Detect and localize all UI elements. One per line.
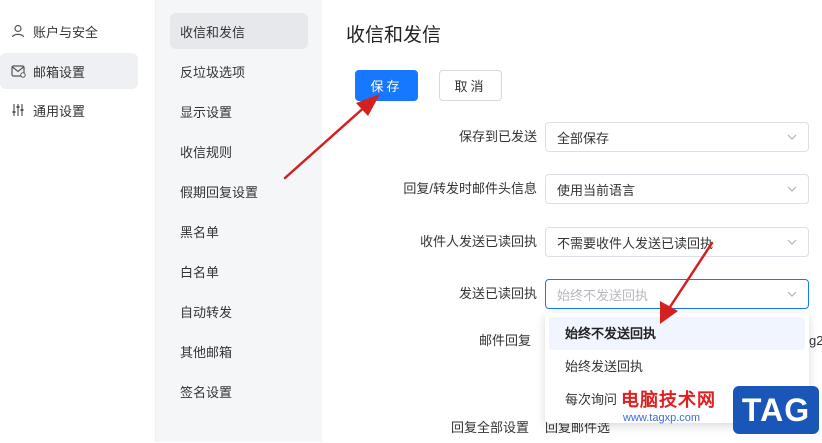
- sidebar-item-account-security[interactable]: 账户与安全: [0, 13, 138, 49]
- subnav-item-other-mailboxes[interactable]: 其他邮箱: [170, 333, 308, 369]
- subnav-item-label: 收信和发信: [180, 24, 246, 40]
- select-value: 不需要收件人发送已读回执: [557, 235, 714, 251]
- option-ask-each-time[interactable]: 每次询问: [549, 383, 805, 416]
- reply-forward-header-label: 回复/转发时邮件头信息: [403, 181, 537, 196]
- chevron-down-icon: [787, 239, 797, 245]
- subnav-item-label: 黑名单: [180, 224, 220, 240]
- subnav-item-whitelist[interactable]: 白名单: [170, 253, 308, 289]
- option-never-send-receipt[interactable]: 始终不发送回执: [549, 317, 805, 350]
- subnav-item-auto-forward[interactable]: 自动转发: [170, 293, 308, 329]
- select-value: 使用当前语言: [557, 182, 636, 198]
- cancel-button[interactable]: 取消: [439, 70, 502, 101]
- subnav-item-label: 显示设置: [180, 104, 233, 120]
- sidebar-item-label: 账户与安全: [33, 24, 99, 40]
- save-to-sent-label: 保存到已发送: [458, 129, 537, 144]
- subnav-item-signature[interactable]: 签名设置: [170, 373, 308, 409]
- subnav-item-display[interactable]: 显示设置: [170, 93, 308, 129]
- reply-all-label: 回复全部设置: [451, 420, 530, 435]
- recipient-read-receipt-label: 收件人发送已读回执: [419, 234, 537, 249]
- send-read-receipt-label: 发送已读回执: [458, 286, 537, 301]
- chevron-down-icon: [787, 186, 797, 192]
- subnav-item-vacation-reply[interactable]: 假期回复设置: [170, 173, 308, 209]
- send-read-receipt-select[interactable]: 始终不发送回执: [545, 279, 809, 309]
- page-title: 收信和发信: [346, 25, 442, 46]
- sidebar-item-mailbox-settings[interactable]: 邮箱设置: [0, 53, 138, 89]
- mail-reply-label: 邮件回复: [479, 333, 532, 348]
- subnav-item-label: 收信规则: [180, 144, 233, 160]
- reply-forward-header-select[interactable]: 使用当前语言: [545, 174, 809, 204]
- recipient-read-receipt-select[interactable]: 不需要收件人发送已读回执: [545, 227, 809, 257]
- sidebar-item-label: 邮箱设置: [33, 64, 86, 80]
- send-read-receipt-dropdown: 始终不发送回执 始终发送回执 每次询问: [545, 313, 809, 423]
- chevron-down-icon: [787, 291, 797, 297]
- save-button[interactable]: 保存: [355, 70, 418, 101]
- save-to-sent-select[interactable]: 全部保存: [545, 122, 809, 152]
- subnav-item-blacklist[interactable]: 黑名单: [170, 213, 308, 249]
- subnav-item-receive-rules[interactable]: 收信规则: [170, 133, 308, 169]
- sidebar-item-general-settings[interactable]: 通用设置: [0, 92, 138, 128]
- select-value: 全部保存: [557, 130, 610, 146]
- primary-sidebar: 账户与安全 邮箱设置 通用设置: [0, 0, 156, 442]
- subnav-item-label: 自动转发: [180, 304, 233, 320]
- user-icon: [9, 22, 27, 40]
- chevron-down-icon: [787, 134, 797, 140]
- mailbox-settings-icon: [9, 62, 27, 80]
- subnav-item-label: 白名单: [180, 264, 220, 280]
- option-always-send-receipt[interactable]: 始终发送回执: [549, 350, 805, 383]
- subnav-item-label: 签名设置: [180, 384, 233, 400]
- subnav-item-label: 反垃圾选项: [180, 64, 246, 80]
- subnav-item-receive-send[interactable]: 收信和发信: [170, 13, 308, 49]
- sliders-icon: [9, 101, 27, 119]
- subnav-item-label: 假期回复设置: [180, 184, 259, 200]
- sidebar-item-label: 通用设置: [33, 103, 86, 119]
- select-placeholder: 始终不发送回执: [557, 287, 649, 303]
- mail-reply-value-fragment: g2: [809, 333, 822, 348]
- settings-subnav: 收信和发信 反垃圾选项 显示设置 收信规则 假期回复设置 黑名单 白名单 自动转…: [156, 0, 322, 442]
- settings-panel: 收信和发信 保存 取消 保存到已发送 全部保存 回复/转发时邮件头信息 使用当前…: [322, 0, 822, 442]
- subnav-item-label: 其他邮箱: [180, 344, 233, 360]
- subnav-item-anti-spam[interactable]: 反垃圾选项: [170, 53, 308, 89]
